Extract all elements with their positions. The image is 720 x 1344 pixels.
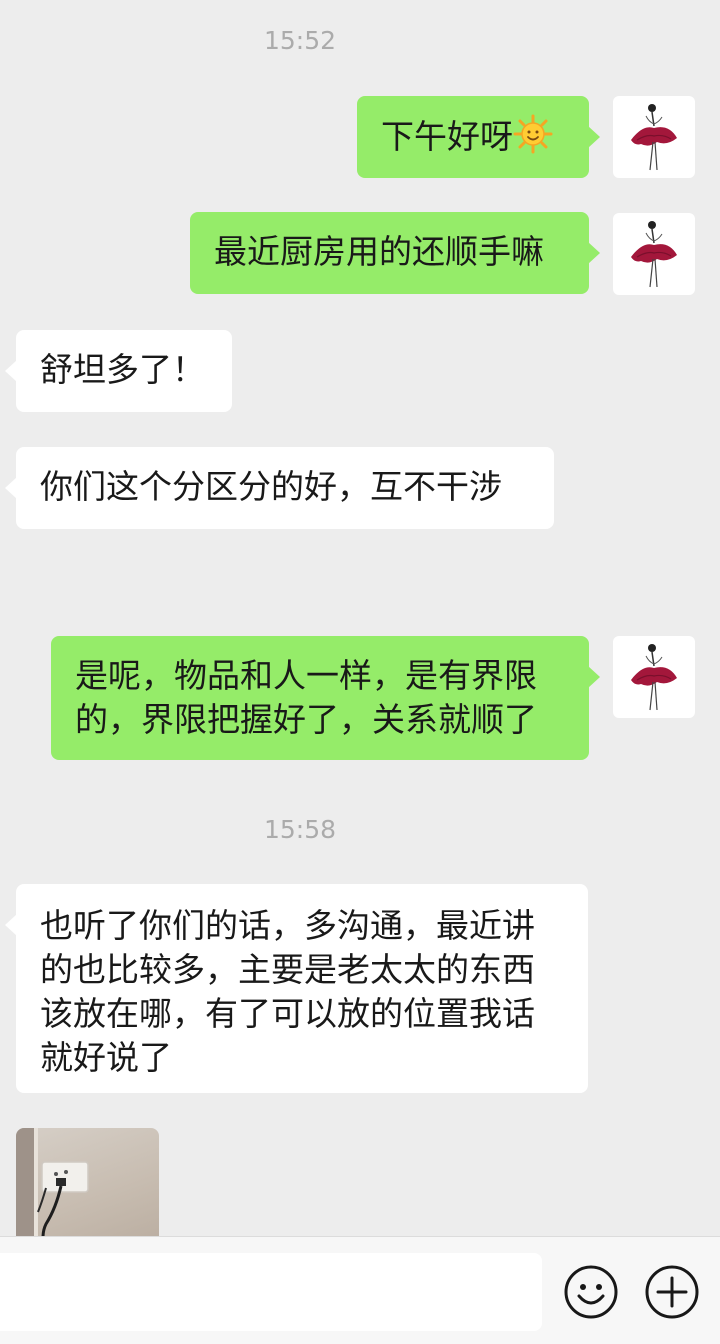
message-text-line: 就好说了 xyxy=(40,1038,172,1077)
ballerina-avatar-icon[interactable] xyxy=(613,96,695,178)
message-bubble-incoming[interactable]: 你们这个分区分的好，互不干涉 xyxy=(5,447,554,529)
timestamp: 15:58 xyxy=(263,815,337,844)
smiley-face-icon[interactable] xyxy=(563,1264,619,1320)
message-composer xyxy=(0,1236,720,1344)
message-bubble-incoming[interactable]: 舒坦多了！ xyxy=(5,330,232,412)
message-text-line: 是呢，物品和人一样，是有界限 xyxy=(75,656,537,695)
sun-emoji-icon xyxy=(513,114,553,165)
message-bubble-outgoing[interactable]: 最近厨房用的还顺手嘛 xyxy=(190,212,600,294)
message-text-line: 的，界限把握好了，关系就顺了 xyxy=(75,700,537,739)
message-text-line: 该放在哪，有了可以放的位置我话 xyxy=(40,994,535,1033)
message-input[interactable] xyxy=(0,1253,542,1331)
ballerina-avatar-icon[interactable] xyxy=(613,213,695,295)
message-bubble-incoming[interactable]: 也听了你们的话，多沟通，最近讲 的也比较多，主要是老太太的东西 该放在哪，有了可… xyxy=(5,884,588,1093)
wall-outlet-photo[interactable] xyxy=(16,1128,159,1236)
message-text-line: 的也比较多，主要是老太太的东西 xyxy=(40,950,535,989)
message-text-line: 也听了你们的话，多沟通，最近讲 xyxy=(40,906,535,945)
plus-circle-icon[interactable] xyxy=(644,1264,700,1320)
message-text: 下午好呀 xyxy=(381,117,513,156)
message-text: 最近厨房用的还顺手嘛 xyxy=(214,232,544,271)
message-text: 你们这个分区分的好，互不干涉 xyxy=(40,467,502,506)
ballerina-avatar-icon[interactable] xyxy=(613,636,695,718)
chat-area[interactable]: 15:52 下午好呀 最近厨房用的还顺手嘛 舒坦多了！ 你们这个分区分的好，互不… xyxy=(0,0,720,1236)
message-bubble-outgoing[interactable]: 下午好呀 xyxy=(357,96,600,178)
timestamp: 15:52 xyxy=(263,26,337,55)
message-bubble-outgoing[interactable]: 是呢，物品和人一样，是有界限 的，界限把握好了，关系就顺了 xyxy=(51,636,600,760)
message-text: 舒坦多了！ xyxy=(40,350,205,389)
